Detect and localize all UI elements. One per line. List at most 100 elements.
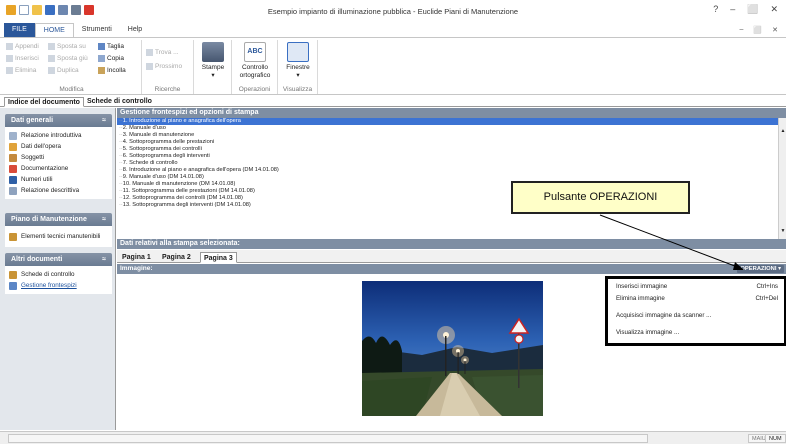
sposta-giu-button[interactable]: Sposta giù [48,55,88,62]
appendi-button[interactable]: Appendi [6,43,39,50]
minimize-button[interactable]: – [730,4,735,15]
people-icon [9,153,17,162]
section-piano-manutenzione: Piano di Manutenzione ≈ Elementi tecnici … [5,213,112,247]
tab-strumenti[interactable]: Strumenti [74,23,120,37]
left-navigation-pane: Dati generali ≈ Relazione introduttiva Da… [0,108,116,430]
elimina-button[interactable]: Elimina [6,67,36,74]
scissors-icon [98,43,105,50]
taglia-button[interactable]: Taglia [98,43,124,50]
duplicate-icon [48,67,55,74]
nav-item-documentazione[interactable]: Documentazione [9,163,108,174]
help-icon[interactable]: ? [713,4,718,15]
status-bar: MAIU NUM [0,431,786,444]
list-item[interactable]: ··5. Sottoprogramma dei controlli [117,146,778,153]
incolla-button[interactable]: Incolla [98,67,126,74]
list-item[interactable]: ··3. Manuale di manutenzione [117,132,778,139]
tab-pagina-2[interactable]: Pagina 2 [159,252,194,263]
scroll-up-icon[interactable]: ▲ [779,128,786,134]
group-stampe: Stampe ▾ [194,40,232,94]
delete-icon [6,67,13,74]
section-dati-generali: Dati generali ≈ Relazione introduttiva Da… [5,114,112,199]
duplica-button[interactable]: Duplica [48,67,79,74]
trova-button[interactable]: Trova ... [146,49,179,56]
panel-title: Gestione frontespizi ed opzioni di stamp… [117,108,786,118]
street-lighting-photo [362,281,543,416]
group-label-operazioni: Operazioni [238,86,271,93]
tab-home[interactable]: HOME [34,23,74,37]
list-item[interactable]: ··9. Manuale d'uso (DM 14.01.08) [117,174,778,181]
operazioni-button[interactable]: OPERAZIONI ▾ [737,265,784,273]
list-item[interactable]: ··2. Manuale d'uso [117,125,778,132]
group-visualizza: Finestre ▾ Visualizza [278,40,318,94]
group-label-visualizza: Visualizza [282,86,313,93]
controllo-ortografico-button[interactable]: ABC Controllo ortografico [234,42,276,80]
collapse-icon[interactable]: ≈ [102,213,106,226]
report-icon [9,186,17,195]
checklist-icon [9,270,17,279]
nav-item-soggetti[interactable]: Soggetti [9,152,108,163]
tab-schede-controllo[interactable]: Schede di controllo [84,97,155,107]
annotation-callout: Pulsante OPERAZIONI [511,181,690,214]
sposta-su-button[interactable]: Sposta su [48,43,86,50]
inserisci-button[interactable]: Inserisci [6,55,39,62]
section-header-dati-generali[interactable]: Dati generali ≈ [5,114,112,127]
tab-indice-documento[interactable]: Indice del documento [4,97,84,107]
list-item[interactable]: ··1. Introduzione al piano e anagrafica … [117,118,778,125]
image-bar: Immagine: OPERAZIONI ▾ [117,264,786,274]
copy-icon [98,55,105,62]
window-title: Esempio impianto di illuminazione pubbli… [267,7,519,16]
nav-item-relazione-descrittiva[interactable]: Relazione descrittiva [9,185,108,196]
copia-button[interactable]: Copia [98,55,124,62]
selected-print-header: Dati relativi alla stampa selezionata: [117,239,786,249]
spellcheck-icon: ABC [244,42,266,62]
list-item[interactable]: ··7. Schede di controllo [117,160,778,167]
close-button[interactable]: ✕ [770,4,778,15]
tab-file[interactable]: FILE [4,23,35,37]
tab-pagina-1[interactable]: Pagina 1 [119,252,154,263]
section-header-piano-manutenzione[interactable]: Piano di Manutenzione ≈ [5,213,112,226]
stampe-button[interactable]: Stampe ▾ [200,42,226,80]
nav-item-relazione-introduttiva[interactable]: Relazione introduttiva [9,130,108,141]
nav-item-elementi-tecnici[interactable]: Elementi tecnici manutenibili [9,231,108,242]
prossimo-button[interactable]: Prossimo [146,63,182,70]
status-message [8,434,648,443]
menu-item-elimina-immagine[interactable]: Elimina immagine Ctrl+Del [616,294,778,304]
list-item[interactable]: ··6. Sottoprogramma degli interventi [117,153,778,160]
collapse-icon[interactable]: ≈ [102,114,106,127]
main-panel: Gestione frontespizi ed opzioni di stamp… [117,108,786,430]
elements-icon [9,232,17,241]
collapse-icon[interactable]: ≈ [102,253,106,266]
group-label-ricerche: Ricerche [154,86,181,93]
nav-item-dati-opera[interactable]: Dati dell'opera [9,141,108,152]
menu-item-acquisisci-scanner[interactable]: Acquisisci immagine da scanner ... [616,311,778,321]
building-icon [9,142,17,151]
finestre-button[interactable]: Finestre ▾ [282,42,314,80]
section-header-altri-documenti[interactable]: Altri documenti ≈ [5,253,112,266]
paste-icon [98,67,105,74]
document-tabs: Indice del documento Schede di controllo [0,97,786,107]
group-operazioni: ABC Controllo ortografico Operazioni [232,40,278,94]
ribbon-tabs: FILE HOME Strumenti Help [0,23,786,37]
scroll-down-icon[interactable]: ▼ [779,228,786,234]
print-options-list[interactable]: ··1. Introduzione al piano e anagrafica … [117,118,778,239]
maximize-button[interactable]: ⬜ [747,4,758,15]
list-item[interactable]: ··8. Introduzione al piano e anagrafica … [117,167,778,174]
insert-icon [6,55,13,62]
list-scrollbar[interactable]: ▲ ▼ [778,118,786,239]
printer-icon [202,42,224,62]
nav-item-gestione-frontespizi[interactable]: Gestione frontespizi [9,280,108,291]
find-next-icon [146,63,153,70]
menu-item-inserisci-immagine[interactable]: Inserisci immagine Ctrl+Ins [616,282,778,292]
append-icon [6,43,13,50]
tab-pagina-3[interactable]: Pagina 3 [200,252,237,263]
cover-page-icon [9,281,17,290]
ribbon: Appendi Inserisci Elimina Sposta su Spos… [0,37,786,95]
nav-item-numeri-utili[interactable]: Numeri utili [9,174,108,185]
list-item[interactable]: ··4. Sottoprogramma delle prestazioni [117,139,778,146]
nav-item-schede-controllo[interactable]: Schede di controllo [9,269,108,280]
tab-help[interactable]: Help [120,23,150,37]
menu-item-visualizza-immagine[interactable]: Visualizza immagine ... [616,328,778,338]
find-icon [146,49,153,56]
phone-icon [9,175,17,184]
window-controls: ? – ⬜ ✕ [713,4,778,15]
